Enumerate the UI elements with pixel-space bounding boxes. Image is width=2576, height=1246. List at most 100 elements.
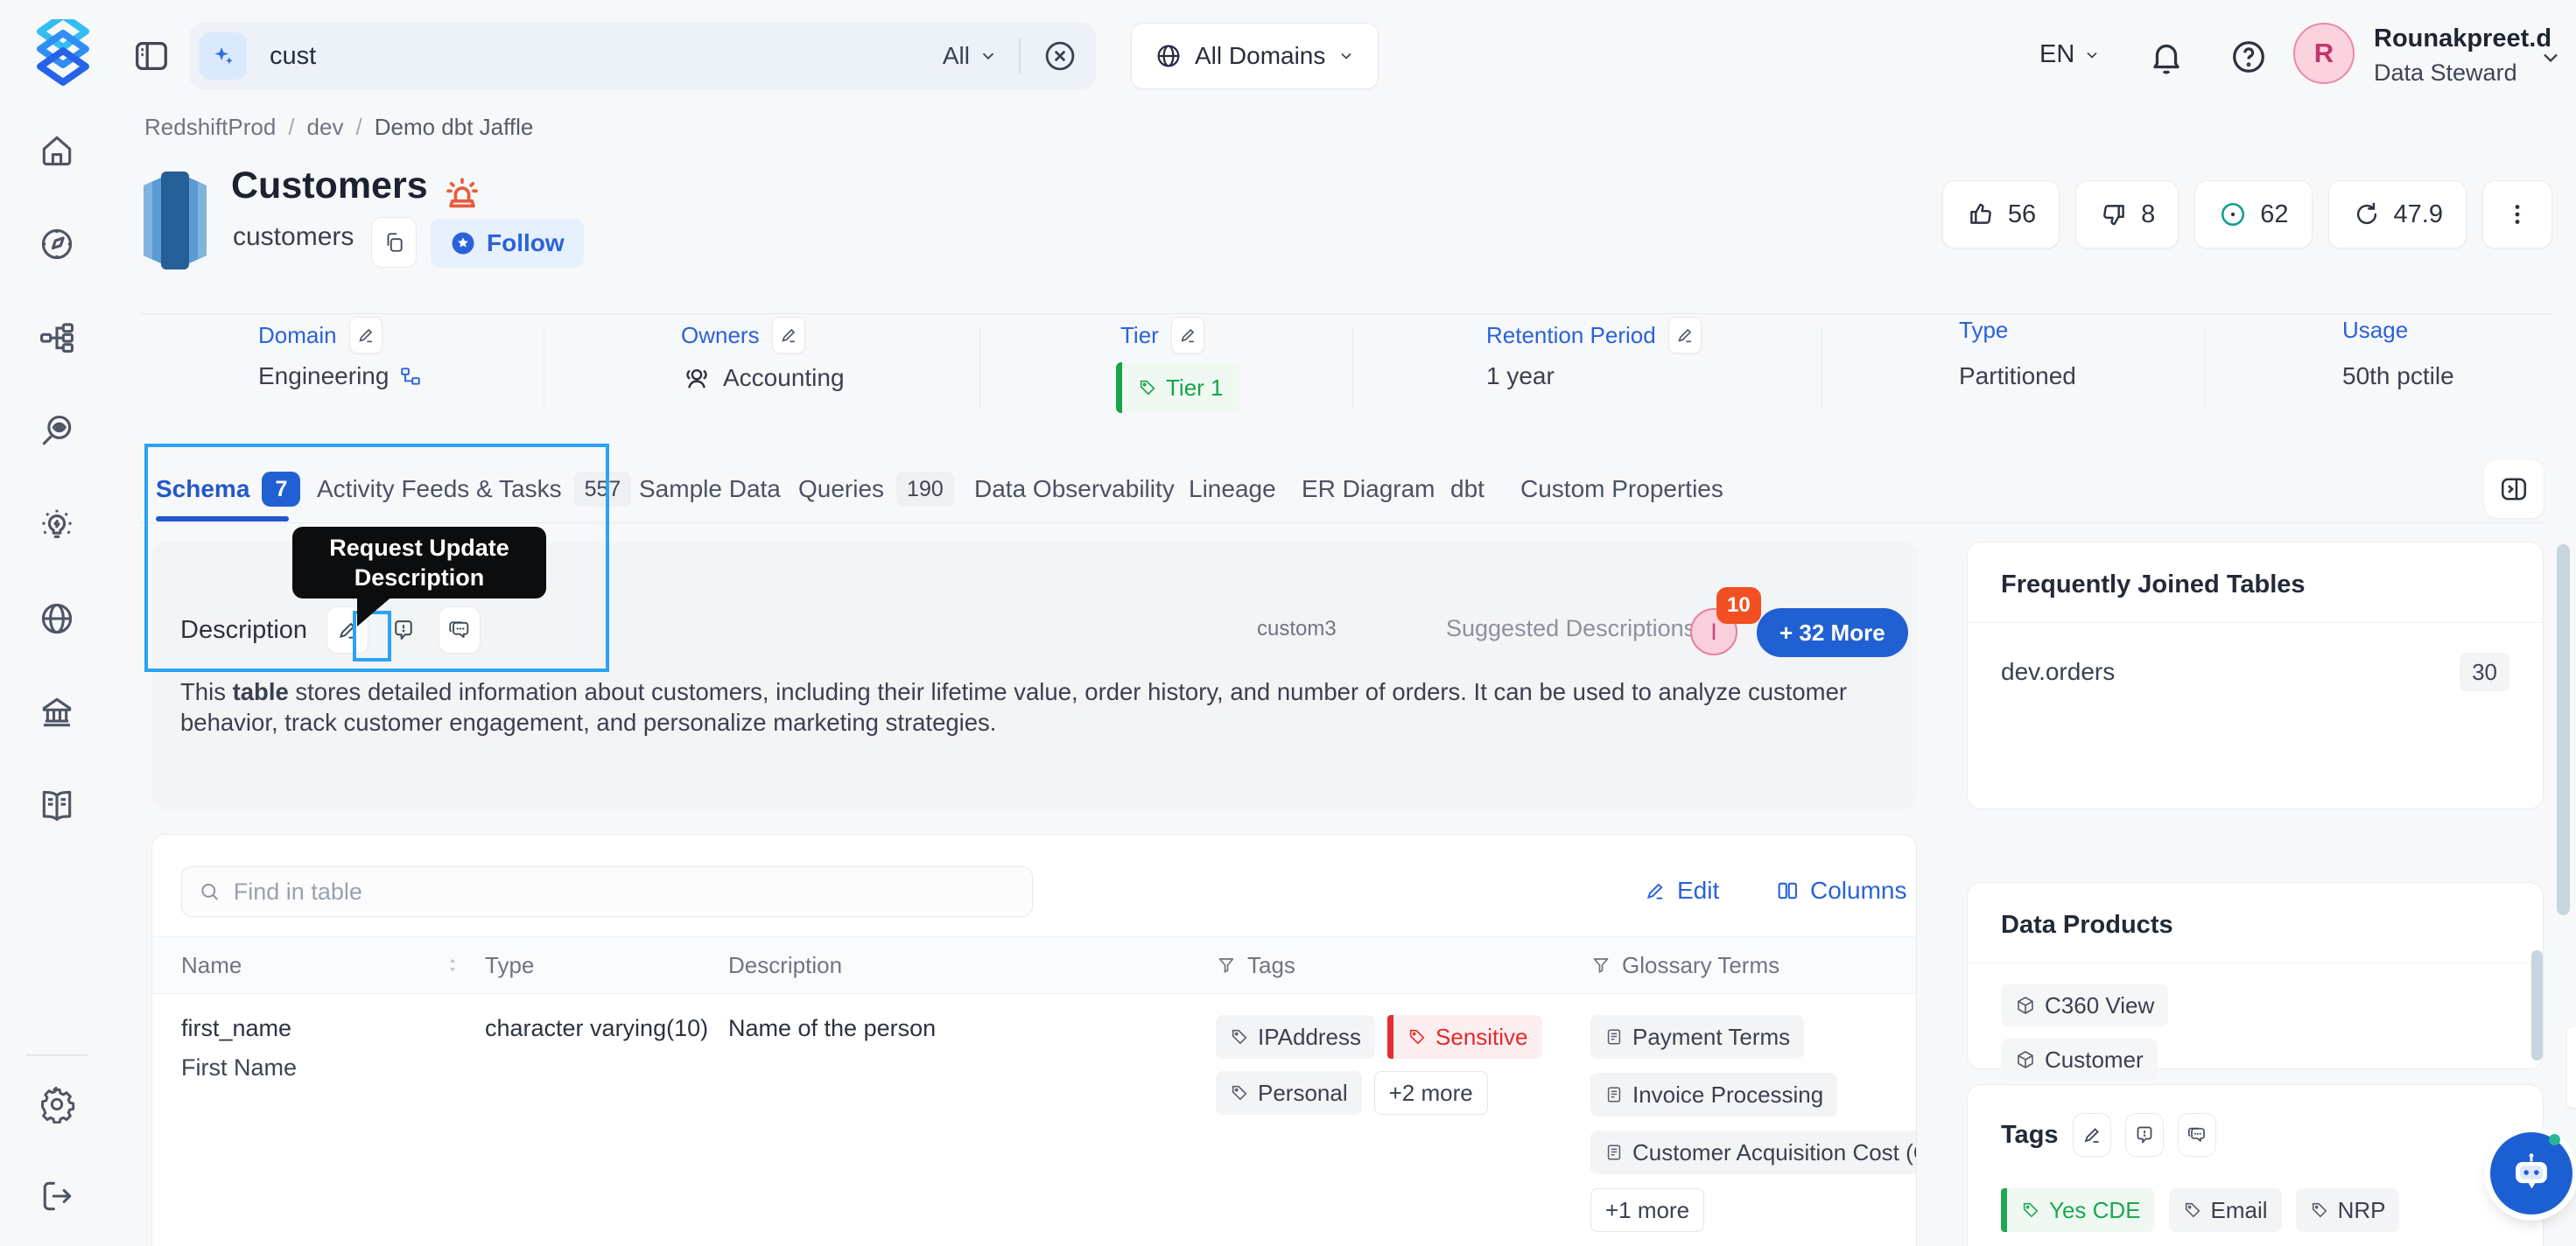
help-icon[interactable] <box>2229 37 2269 77</box>
tab-data-observability[interactable]: Data Observability <box>974 462 1175 516</box>
tab-custom-properties[interactable]: Custom Properties <box>1520 462 1723 516</box>
owners-value[interactable]: Accounting <box>723 364 845 392</box>
compass-icon[interactable] <box>38 225 76 263</box>
tab-queries[interactable]: Queries 190 <box>798 462 954 516</box>
tag-pill-sensitive[interactable]: Sensitive <box>1387 1015 1542 1059</box>
panel-scrollbar-thumb[interactable] <box>2531 950 2543 1060</box>
tier-badge[interactable]: Tier 1 <box>1116 362 1239 413</box>
joined-table-name[interactable]: dev.orders <box>2001 658 2115 686</box>
column-header-tags[interactable]: Tags <box>1216 952 1590 979</box>
tag-pill-yes-cde[interactable]: Yes CDE <box>2001 1188 2155 1232</box>
breadcrumb-connection[interactable]: RedshiftProd <box>144 114 276 141</box>
tab-er-diagram[interactable]: ER Diagram <box>1302 462 1435 516</box>
glossary-pill[interactable]: Payment Terms <box>1590 1015 1805 1059</box>
alert-siren-icon[interactable] <box>439 170 485 215</box>
user-menu-chevron-icon[interactable] <box>2538 46 2563 70</box>
sort-icon[interactable] <box>443 956 462 975</box>
copy-name-button[interactable] <box>371 217 417 268</box>
dislikes-button[interactable]: 8 <box>2075 180 2179 248</box>
column-header-glossary[interactable]: Glossary Terms <box>1590 952 1887 979</box>
glossary-more-pill[interactable]: +1 more <box>1590 1188 1705 1232</box>
app-window: cust All All Domains EN R Rounakpreet.d … <box>0 0 2576 1246</box>
edit-table-button[interactable]: Edit <box>1644 877 1719 905</box>
suggestions-more-button[interactable]: + 32 More <box>1757 608 1908 657</box>
chevron-down-icon <box>2087 52 2097 59</box>
edit-tags-button[interactable] <box>2072 1113 2111 1157</box>
tab-dbt[interactable]: dbt <box>1450 462 1485 516</box>
tab-lineage[interactable]: Lineage <box>1189 462 1276 516</box>
chatbot-button[interactable] <box>2490 1132 2572 1214</box>
data-product-pill[interactable]: C360 View <box>2001 984 2169 1026</box>
column-name[interactable]: first_name <box>181 1015 485 1042</box>
edit-retention-button[interactable] <box>1667 317 1702 354</box>
tags-comments-button[interactable] <box>2177 1113 2216 1157</box>
glossary-pill[interactable]: Customer Acquisition Cost (CAC) <box>1590 1130 1916 1174</box>
popularity-count: 47.9 <box>2393 200 2443 228</box>
meta-separator <box>1352 327 1353 410</box>
tab-activity-count: 557 <box>573 472 632 507</box>
follow-button[interactable]: Follow <box>431 219 584 268</box>
tags-card: Tags Yes CDE Email NRP PhoneNumber <box>1967 1084 2544 1246</box>
observability-icon[interactable] <box>38 412 76 451</box>
tags-more-pill[interactable]: +2 more <box>1373 1071 1488 1115</box>
workflow-icon[interactable] <box>38 318 76 357</box>
find-in-table-input[interactable] <box>233 878 1016 906</box>
columns-button[interactable]: Columns <box>1775 877 1906 905</box>
popularity-button[interactable]: 47.9 <box>2327 180 2467 248</box>
find-in-table[interactable] <box>181 866 1033 917</box>
tab-activity-feeds[interactable]: Activity Feeds & Tasks 557 <box>317 462 632 516</box>
search-input[interactable]: cust <box>270 42 316 71</box>
column-header-name[interactable]: Name <box>181 952 485 979</box>
tab-schema[interactable]: Schema 7 <box>156 462 301 516</box>
breadcrumb-schema[interactable]: dev <box>307 114 344 141</box>
data-product-pill[interactable]: Customer <box>2001 1039 2158 1081</box>
language-selector[interactable]: EN <box>2039 40 2101 69</box>
cell-name[interactable]: first_name First Name <box>181 1015 485 1082</box>
column-header-description[interactable]: Description <box>728 952 1216 979</box>
filter-funnel-icon[interactable] <box>1216 955 1237 976</box>
edit-owners-button[interactable] <box>771 317 805 354</box>
settings-gear-icon[interactable] <box>38 1085 76 1124</box>
governance-icon[interactable] <box>38 693 76 732</box>
page-scrollbar-thumb[interactable] <box>2557 544 2570 915</box>
logout-icon[interactable] <box>38 1177 76 1215</box>
domain-value[interactable]: Engineering <box>258 362 389 390</box>
web-icon[interactable] <box>38 599 76 638</box>
comments-button[interactable] <box>439 606 481 654</box>
collapse-panel-button[interactable] <box>2484 460 2544 518</box>
tag-icon <box>1232 1085 1247 1101</box>
sidebar-toggle-icon[interactable] <box>131 36 172 76</box>
request-tags-button[interactable] <box>2124 1113 2164 1157</box>
user-avatar[interactable]: R <box>2293 23 2355 84</box>
all-domains-button[interactable]: All Domains <box>1131 23 1379 89</box>
completeness-button[interactable]: 62 <box>2194 180 2313 248</box>
joined-table-row[interactable]: dev.orders 30 <box>1968 623 2543 721</box>
glossary-icon[interactable] <box>38 787 76 825</box>
tab-sample-data[interactable]: Sample Data <box>639 462 781 516</box>
clear-search-icon[interactable] <box>1042 38 1078 74</box>
notifications-bell-icon[interactable] <box>2146 37 2186 77</box>
edit-domain-button[interactable] <box>348 317 383 354</box>
more-actions-button[interactable] <box>2482 180 2552 248</box>
filter-funnel-icon[interactable] <box>1590 955 1611 976</box>
tag-pill[interactable]: NRP <box>2295 1188 2400 1232</box>
tag-pill[interactable]: Personal <box>1216 1071 1362 1115</box>
global-search[interactable]: cust All <box>189 23 1096 89</box>
tooltip: Request Update Description <box>292 527 546 598</box>
tag-pill[interactable]: IPAddress <box>1216 1015 1376 1059</box>
thumbs-down-icon <box>2103 205 2124 226</box>
column-header-type[interactable]: Type <box>485 952 728 979</box>
glossary-pill[interactable]: Invoice Processing <box>1590 1073 1838 1116</box>
edit-tier-button[interactable] <box>1170 317 1204 354</box>
table-row[interactable]: first_name First Name character varying(… <box>152 994 1916 1232</box>
tag-label: NRP <box>2337 1196 2386 1223</box>
pencil-icon <box>1646 883 1663 900</box>
search-icon <box>201 883 219 900</box>
atlan-logo[interactable] <box>32 19 95 89</box>
tag-pill[interactable]: Email <box>2168 1188 2282 1232</box>
search-scope-dropdown[interactable]: All <box>943 42 998 70</box>
breadcrumb-database[interactable]: Demo dbt Jaffle <box>375 114 534 141</box>
home-icon[interactable] <box>38 131 76 170</box>
likes-button[interactable]: 56 <box>1941 180 2060 248</box>
insights-icon[interactable] <box>38 506 76 544</box>
